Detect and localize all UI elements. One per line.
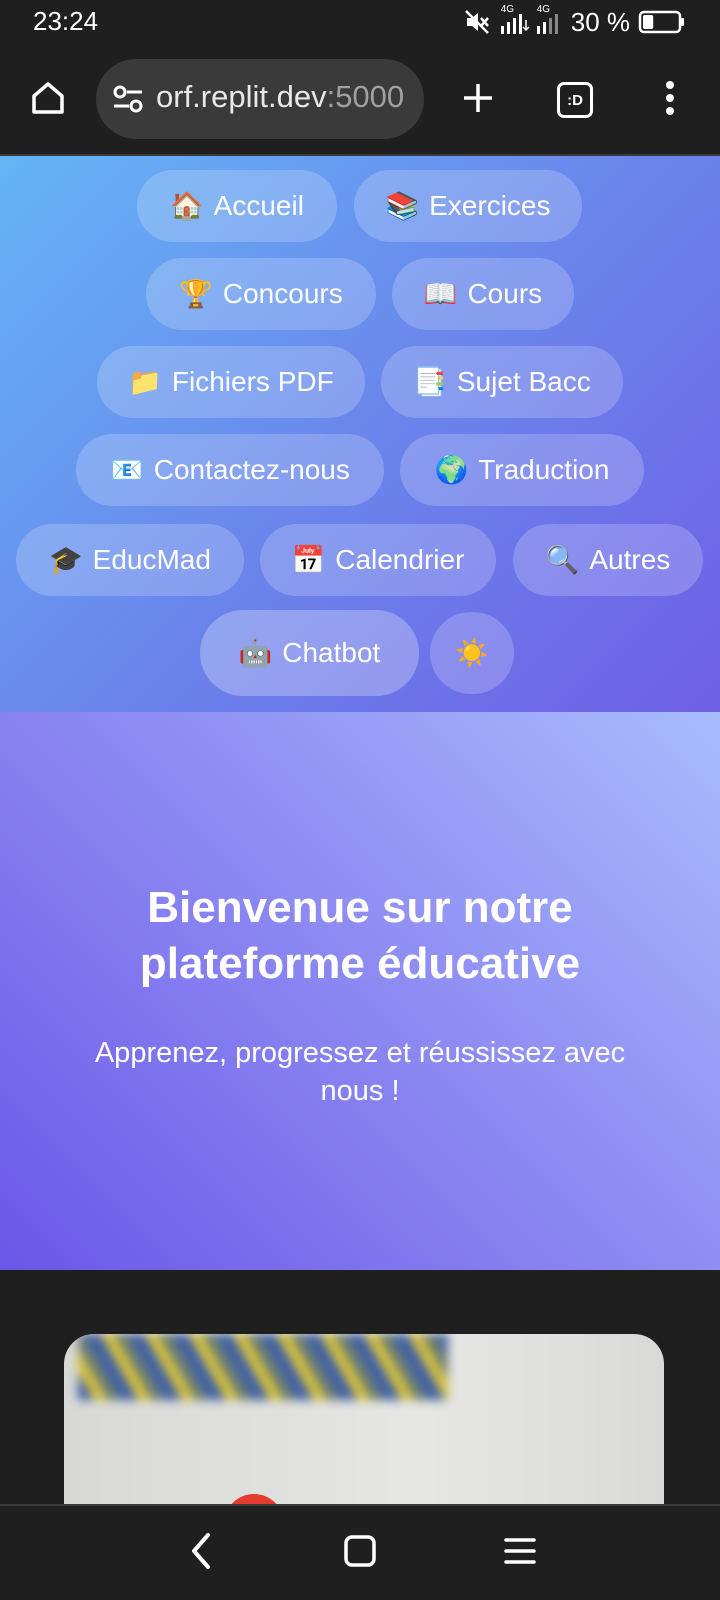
url-text[interactable]: orf.replit.dev:5000: [156, 79, 414, 119]
bookmark-tabs-icon: 📑: [413, 367, 447, 397]
nav-item-sujet-bacc[interactable]: 📑 Sujet Bacc: [381, 346, 623, 418]
system-home-button[interactable]: [335, 1528, 385, 1578]
house-icon: 🏠: [170, 191, 204, 221]
browser-toolbar: orf.replit.dev:5000 :D: [0, 44, 720, 156]
nav-item-educmad[interactable]: 🎓 EducMad: [16, 524, 244, 596]
nav-item-label: Accueil: [213, 190, 304, 221]
nav-item-label: Sujet Bacc: [456, 366, 591, 397]
status-bar: 23:24 4G 4G 30 %: [0, 0, 720, 44]
tab-switcher-label: :D: [567, 91, 583, 109]
browser-home-button[interactable]: [22, 74, 74, 126]
nav-item-label: Chatbot: [282, 637, 381, 668]
nav-item-chatbot[interactable]: 🤖 Chatbot: [200, 610, 419, 696]
nav-item-autres[interactable]: 🔍 Autres: [513, 524, 703, 596]
site-settings-icon[interactable]: [112, 83, 144, 120]
network-label-1: 4G: [500, 4, 515, 15]
tabs-icon: :D: [557, 82, 593, 118]
battery-icon: [638, 9, 686, 35]
system-navigation-bar: [0, 1504, 720, 1600]
graduation-cap-icon: 🎓: [49, 545, 83, 575]
hero-title-line-1: Bienvenue sur notre: [147, 883, 573, 932]
nav-item-traduction[interactable]: 🌍 Traduction: [400, 434, 644, 506]
hero-section: Bienvenue sur notre plateforme éducative…: [0, 712, 720, 1270]
nav-item-label: EducMad: [92, 544, 211, 575]
books-icon: 📚: [385, 191, 420, 221]
calendar-icon: 📅: [291, 545, 326, 575]
magnifier-icon: 🔍: [545, 545, 580, 575]
open-book-icon: 📖: [423, 279, 458, 309]
network-label-2: 4G: [536, 4, 551, 15]
system-back-button[interactable]: [176, 1528, 226, 1578]
status-icons: 4G 4G 30 %: [463, 4, 686, 38]
hero-title-line-2: plateforme éducative: [139, 939, 581, 988]
signal-icon: 4G 4G: [499, 4, 563, 36]
robot-icon: 🤖: [238, 638, 273, 668]
folder-icon: 📁: [128, 367, 162, 397]
tab-switcher-button[interactable]: :D: [550, 75, 600, 125]
nav-item-concours[interactable]: 🏆 Concours: [146, 258, 376, 330]
new-tab-button[interactable]: [452, 74, 504, 126]
nav-item-fichiers-pdf[interactable]: 📁 Fichiers PDF: [97, 346, 365, 418]
mute-icon: [463, 8, 491, 36]
nav-item-label: Contactez-nous: [153, 454, 350, 485]
plus-icon: [460, 80, 496, 121]
nav-item-label: Cours: [467, 278, 543, 309]
hero-subtitle: Apprenez, progressez et réussissez avec …: [94, 1037, 626, 1107]
site-navigation: 🏠 Accueil 📚 Exercices 🏆 Concours 📖 Cours…: [0, 156, 720, 712]
nav-item-exercices[interactable]: 📚 Exercices: [354, 170, 582, 242]
content-card[interactable]: [64, 1334, 664, 1514]
status-time: 23:24: [33, 6, 99, 36]
more-vert-icon: [664, 80, 676, 121]
globe-icon: 🌍: [434, 455, 469, 485]
url-host: orf.replit.dev: [156, 79, 327, 114]
home-icon: [28, 78, 68, 123]
email-icon: 📧: [110, 455, 144, 485]
nav-item-cours[interactable]: 📖 Cours: [392, 258, 574, 330]
nav-item-calendrier[interactable]: 📅 Calendrier: [260, 524, 496, 596]
nav-item-contactez-nous[interactable]: 📧 Contactez-nous: [76, 434, 384, 506]
battery-percent: 30 %: [570, 6, 630, 37]
home-square-icon: [343, 1534, 377, 1573]
sun-icon: ☀️: [455, 638, 489, 668]
nav-item-label: Fichiers PDF: [171, 366, 334, 397]
browser-menu-button[interactable]: [650, 74, 690, 126]
nav-item-label: Calendrier: [335, 544, 465, 575]
url-bar[interactable]: orf.replit.dev:5000: [96, 59, 424, 139]
recents-icon: [503, 1536, 537, 1571]
card-banner-image: [78, 1334, 448, 1400]
trophy-icon: 🏆: [179, 279, 213, 309]
theme-toggle-button[interactable]: ☀️: [430, 612, 514, 694]
nav-item-label: Concours: [222, 278, 343, 309]
nav-item-label: Exercices: [429, 190, 551, 221]
nav-item-accueil[interactable]: 🏠 Accueil: [137, 170, 337, 242]
nav-item-label: Autres: [589, 544, 671, 575]
back-icon: [186, 1531, 216, 1576]
url-port: :5000: [326, 79, 405, 114]
system-recents-button[interactable]: [495, 1528, 545, 1578]
hero-title: Bienvenue sur notre plateforme éducative: [60, 880, 660, 992]
nav-item-label: Traduction: [478, 454, 610, 485]
